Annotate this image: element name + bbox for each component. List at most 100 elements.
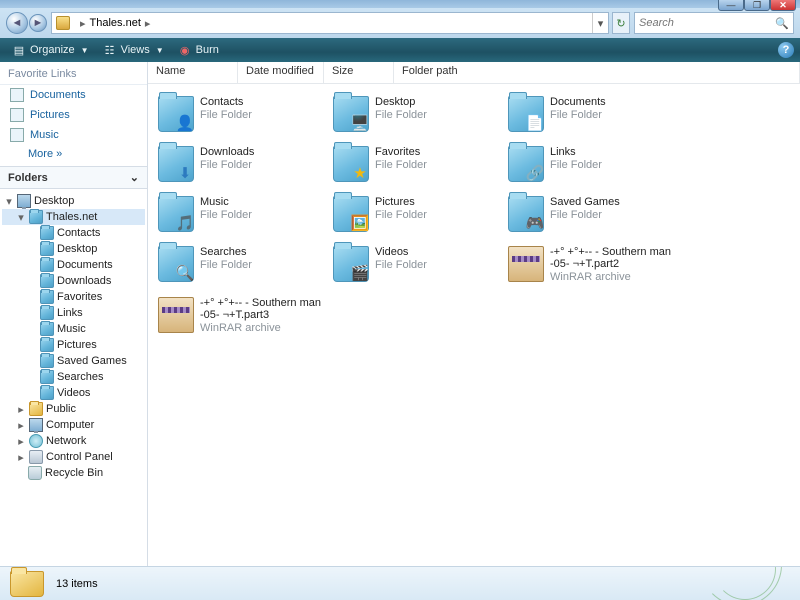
file-grid: 👤ContactsFile Folder 🖥️DesktopFile Folde… xyxy=(148,84,800,566)
videos-overlay-icon: 🎬 xyxy=(349,262,371,284)
grid-item-links[interactable]: 🔗LinksFile Folder xyxy=(502,142,677,192)
tree-node-thales[interactable]: ▾Thales.net xyxy=(2,209,145,225)
expand-icon[interactable]: ▸ xyxy=(16,403,26,416)
folder-icon: 🔍 xyxy=(158,246,194,282)
tree-node-recycle-bin[interactable]: Recycle Bin xyxy=(2,465,145,481)
public-folder-icon xyxy=(29,402,43,416)
grid-item-searches[interactable]: 🔍SearchesFile Folder xyxy=(152,242,327,293)
folder-icon xyxy=(40,274,54,288)
contacts-overlay-icon: 👤 xyxy=(174,112,196,134)
column-folder-path[interactable]: Folder path xyxy=(394,62,800,83)
desktop-overlay-icon: 🖥️ xyxy=(349,112,371,134)
chevron-right-icon[interactable]: ▸ xyxy=(80,17,86,30)
search-input[interactable] xyxy=(639,17,789,29)
chevron-right-icon[interactable]: ▸ xyxy=(145,17,151,30)
favorites-overlay-icon: ★ xyxy=(349,162,371,184)
decorative-swoosh xyxy=(700,566,790,600)
grid-item-downloads[interactable]: ⬇DownloadsFile Folder xyxy=(152,142,327,192)
folder-icon xyxy=(40,386,54,400)
column-name[interactable]: Name xyxy=(148,62,238,83)
tree-node-computer[interactable]: ▸Computer xyxy=(2,417,145,433)
grid-item-videos[interactable]: 🎬VideosFile Folder xyxy=(327,242,502,293)
tree-node-contacts[interactable]: Contacts xyxy=(2,225,145,241)
grid-item-desktop[interactable]: 🖥️DesktopFile Folder xyxy=(327,92,502,142)
tree-node-videos[interactable]: Videos xyxy=(2,385,145,401)
tree-node-public[interactable]: ▸Public xyxy=(2,401,145,417)
tree-node-desktop[interactable]: ▾Desktop xyxy=(2,193,145,209)
navigation-pane: Favorite Links Documents Pictures Music … xyxy=(0,62,148,566)
folder-icon: ⬇ xyxy=(158,146,194,182)
status-bar: 13 items xyxy=(0,566,800,600)
tree-node-music[interactable]: Music xyxy=(2,321,145,337)
tree-node-favorites[interactable]: Favorites xyxy=(2,289,145,305)
folder-icon: 📄 xyxy=(508,96,544,132)
favorite-link-documents[interactable]: Documents xyxy=(0,85,147,105)
address-dropdown-button[interactable]: ▾ xyxy=(592,13,608,33)
refresh-button[interactable]: ↻ xyxy=(612,12,630,34)
location-folder-icon xyxy=(56,16,70,30)
favorite-link-pictures[interactable]: Pictures xyxy=(0,105,147,125)
collapse-icon[interactable]: ▾ xyxy=(16,211,26,224)
tree-node-control-panel[interactable]: ▸Control Panel xyxy=(2,449,145,465)
minimize-button[interactable]: — xyxy=(718,0,744,11)
grid-item-contacts[interactable]: 👤ContactsFile Folder xyxy=(152,92,327,142)
close-button[interactable]: ✕ xyxy=(770,0,796,11)
network-icon xyxy=(29,434,43,448)
music-overlay-icon: 🎵 xyxy=(174,212,196,234)
tree-node-desktop-sub[interactable]: Desktop xyxy=(2,241,145,257)
grid-item-saved-games[interactable]: 🎮Saved GamesFile Folder xyxy=(502,192,677,242)
collapse-icon[interactable]: ▾ xyxy=(4,195,14,208)
favorite-link-music[interactable]: Music xyxy=(0,125,147,145)
tree-node-saved-games[interactable]: Saved Games xyxy=(2,353,145,369)
views-button[interactable]: ☷ Views ▼ xyxy=(97,41,170,59)
expand-icon[interactable]: ▸ xyxy=(16,419,26,432)
folder-icon xyxy=(40,226,54,240)
search-box[interactable]: 🔍 xyxy=(634,12,794,34)
documents-overlay-icon: 📄 xyxy=(524,112,546,134)
folder-icon xyxy=(40,354,54,368)
tree-node-links[interactable]: Links xyxy=(2,305,145,321)
favorite-link-more[interactable]: More » xyxy=(0,145,147,166)
grid-item-documents[interactable]: 📄DocumentsFile Folder xyxy=(502,92,677,142)
folder-icon xyxy=(40,370,54,384)
column-date-modified[interactable]: Date modified xyxy=(238,62,324,83)
column-headers: Name Date modified Size Folder path xyxy=(148,62,800,84)
organize-icon: ▤ xyxy=(12,43,26,57)
tree-node-downloads[interactable]: Downloads xyxy=(2,273,145,289)
chevron-down-icon: ▼ xyxy=(81,46,89,55)
grid-item-rar-part2[interactable]: -+° +°+-- - Southern man -05- ¬+T.part2W… xyxy=(502,242,677,293)
forward-button[interactable]: ► xyxy=(29,14,47,32)
folders-header[interactable]: Folders⌄ xyxy=(0,166,147,189)
folder-icon: 🔗 xyxy=(508,146,544,182)
grid-item-music[interactable]: 🎵MusicFile Folder xyxy=(152,192,327,242)
folder-icon: 👤 xyxy=(158,96,194,132)
desktop-icon xyxy=(17,194,31,208)
downloads-overlay-icon: ⬇ xyxy=(174,162,196,184)
organize-button[interactable]: ▤ Organize ▼ xyxy=(6,41,95,59)
breadcrumb-location[interactable]: Thales.net xyxy=(90,17,141,29)
burn-icon: ◉ xyxy=(178,43,192,57)
tree-node-searches[interactable]: Searches xyxy=(2,369,145,385)
tree-node-network[interactable]: ▸Network xyxy=(2,433,145,449)
expand-icon[interactable]: ▸ xyxy=(16,435,26,448)
maximize-button[interactable]: ❐ xyxy=(744,0,770,11)
music-icon xyxy=(10,128,24,142)
column-size[interactable]: Size xyxy=(324,62,394,83)
grid-item-favorites[interactable]: ★FavoritesFile Folder xyxy=(327,142,502,192)
grid-item-rar-part3[interactable]: -+° +°+-- - Southern man -05- ¬+T.part3W… xyxy=(152,293,327,344)
documents-icon xyxy=(10,88,24,102)
grid-item-pictures[interactable]: 🖼️PicturesFile Folder xyxy=(327,192,502,242)
back-button[interactable]: ◄ xyxy=(6,12,28,34)
recycle-bin-icon xyxy=(28,466,42,480)
window-titlebar: — ❐ ✕ xyxy=(0,0,800,8)
help-button[interactable]: ? xyxy=(778,42,794,58)
tree-node-pictures[interactable]: Pictures xyxy=(2,337,145,353)
favorite-links-header: Favorite Links xyxy=(0,62,147,85)
saved-games-overlay-icon: 🎮 xyxy=(524,212,546,234)
tree-node-documents[interactable]: Documents xyxy=(2,257,145,273)
expand-icon[interactable]: ▸ xyxy=(16,451,26,464)
computer-icon xyxy=(29,418,43,432)
address-bar[interactable]: ▸ Thales.net ▸ ▾ xyxy=(51,12,609,34)
user-folder-icon xyxy=(29,210,43,224)
burn-button[interactable]: ◉ Burn xyxy=(172,41,225,59)
